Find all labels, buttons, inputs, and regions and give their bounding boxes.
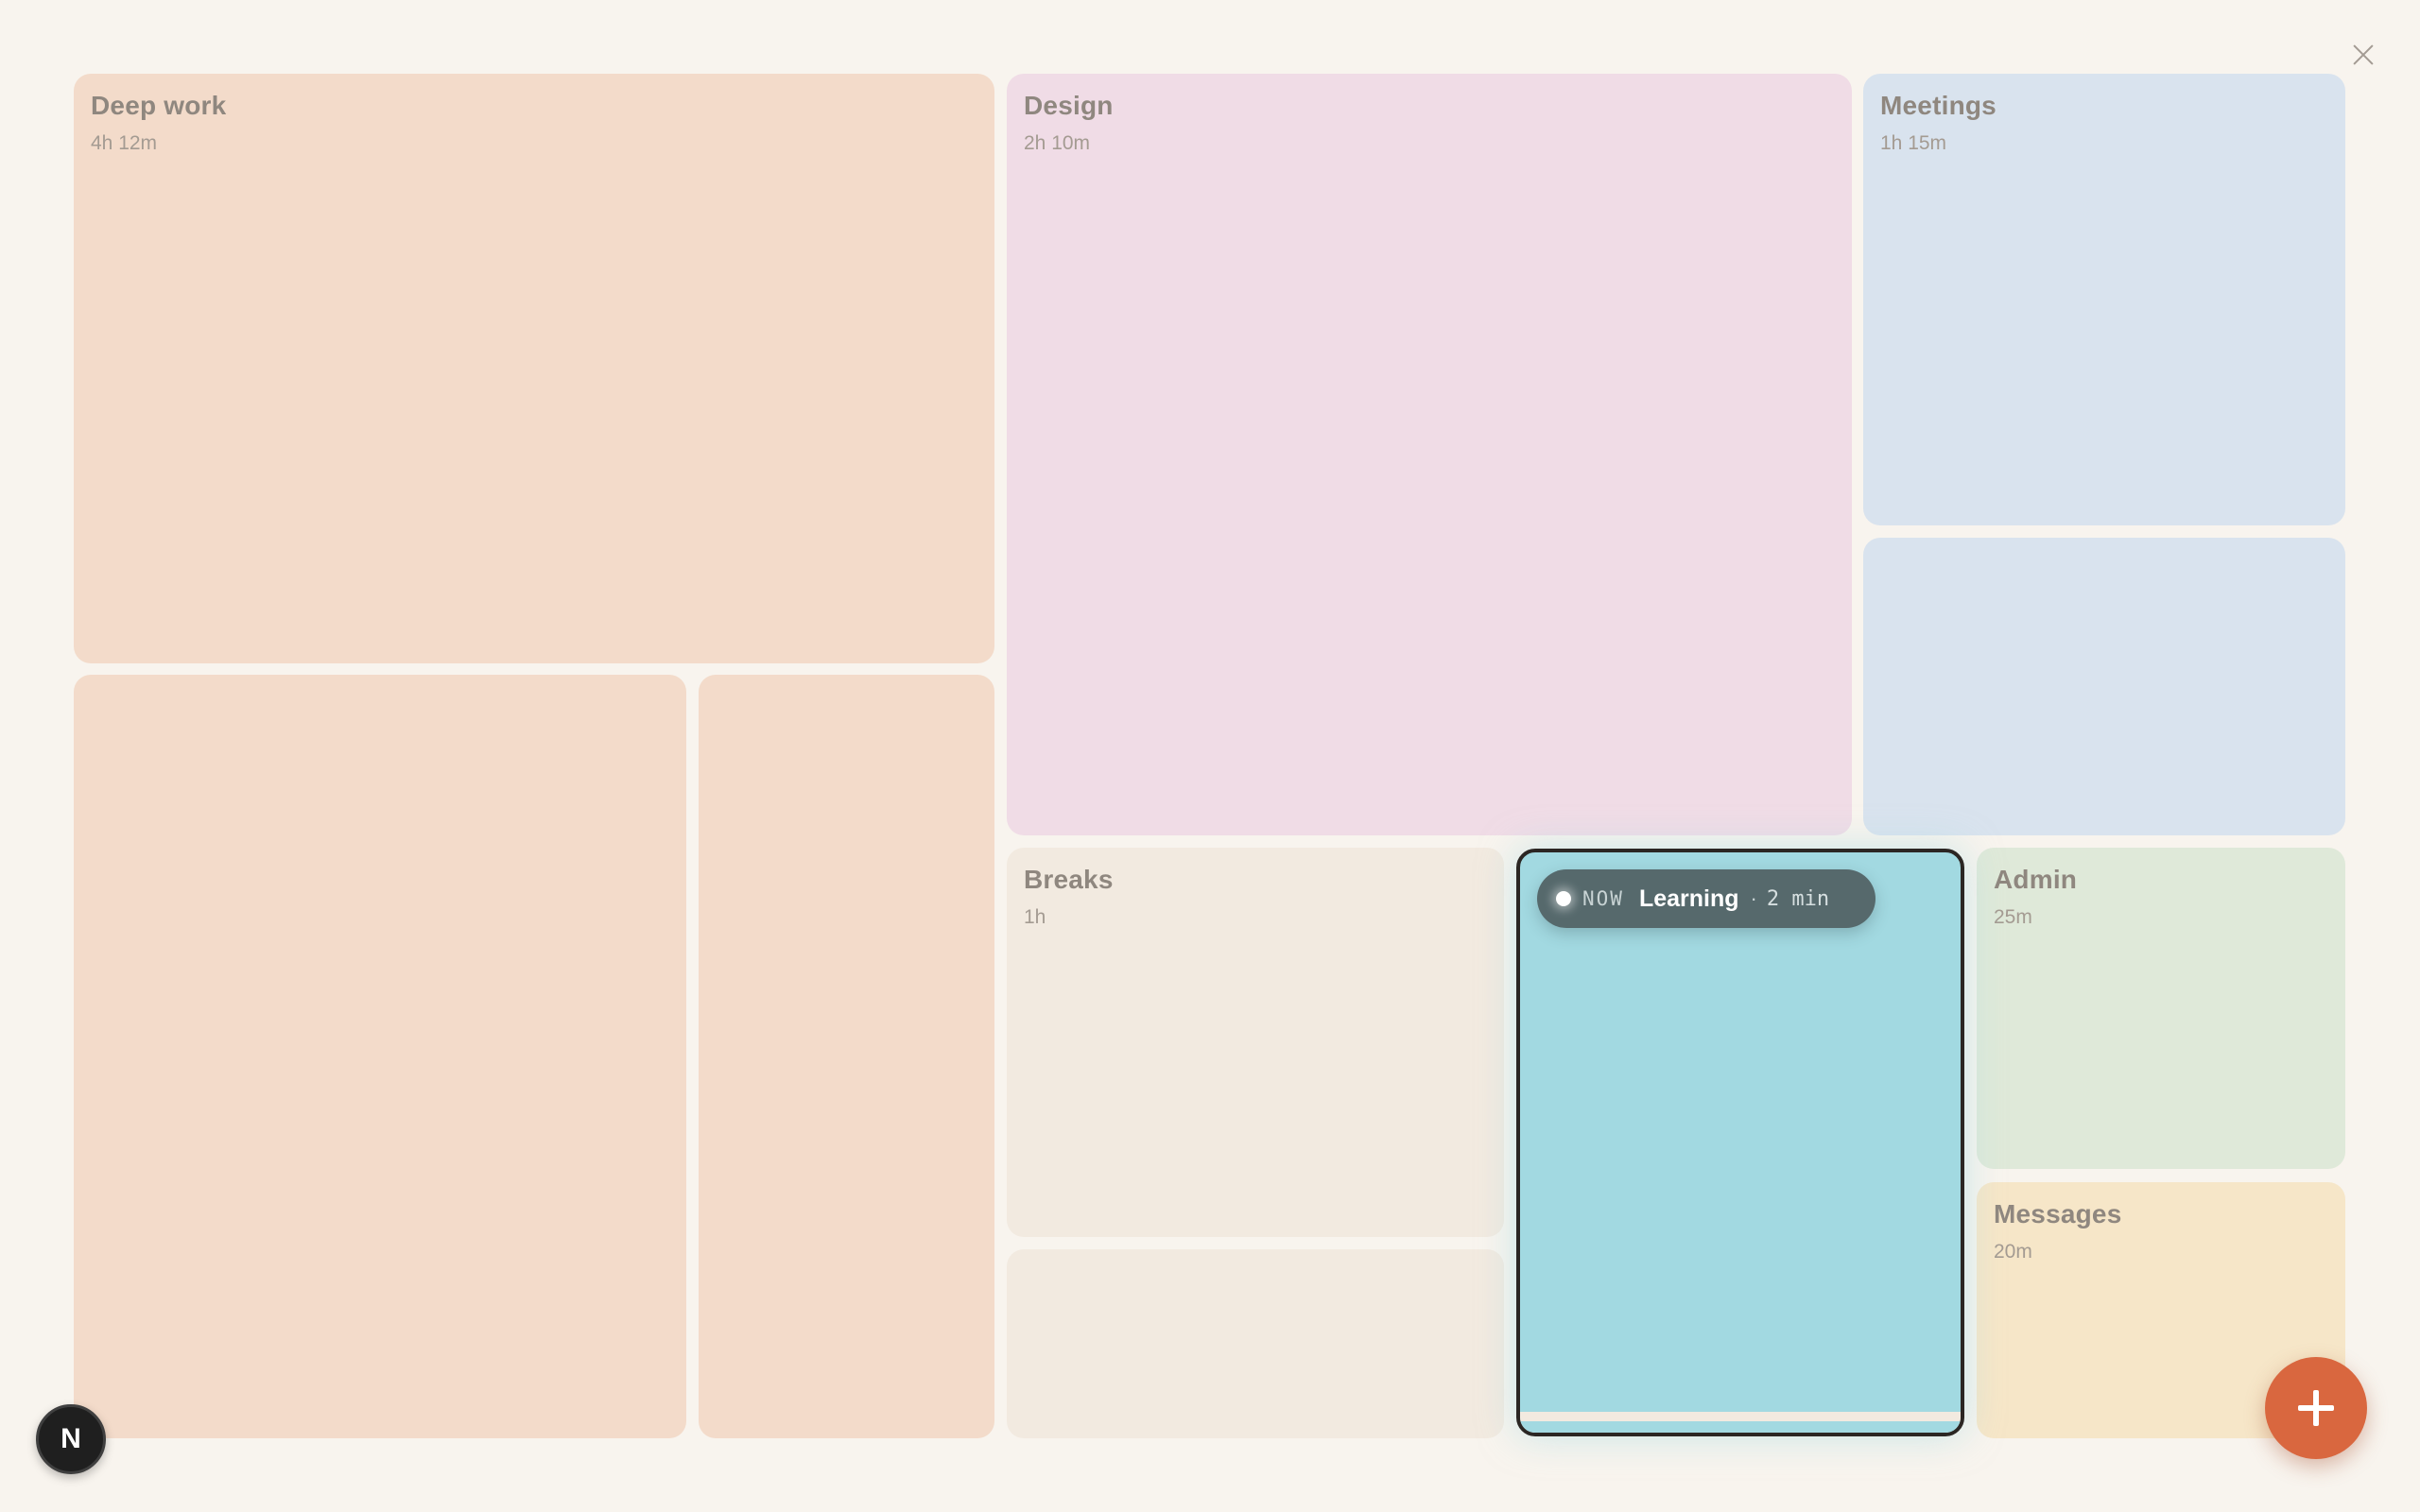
- tile-meetings[interactable]: Meetings 1h 15m: [1863, 74, 2345, 525]
- add-button[interactable]: [2265, 1357, 2367, 1459]
- tile-label: Messages: [1994, 1199, 2122, 1228]
- tile-deep-work-block[interactable]: [74, 675, 686, 1438]
- tile-duration: 1h 15m: [1880, 132, 1947, 154]
- tile-breaks[interactable]: Breaks 1h: [1007, 848, 1504, 1237]
- now-separator: ·: [1750, 886, 1757, 910]
- tile-label: Design: [1024, 91, 1114, 120]
- tile-admin[interactable]: Admin 25m: [1977, 848, 2345, 1169]
- tile-design[interactable]: Design 2h 10m: [1007, 74, 1852, 835]
- tile-duration: 1h: [1024, 906, 1046, 928]
- close-icon[interactable]: [2348, 40, 2378, 70]
- tile-label: Breaks: [1024, 865, 1114, 894]
- tile-duration: 4h 12m: [91, 132, 158, 154]
- tile-label: Deep work: [91, 91, 227, 120]
- tile-deep-work[interactable]: Deep work 4h 12m: [74, 74, 994, 663]
- now-activity-title: Learning: [1638, 885, 1739, 912]
- live-dot-icon: [1556, 891, 1571, 906]
- now-tag: NOW: [1582, 887, 1624, 910]
- tile-meetings-block[interactable]: [1863, 538, 2345, 835]
- tile-deep-work-block[interactable]: [699, 675, 994, 1438]
- avatar-initial: N: [60, 1423, 81, 1454]
- avatar[interactable]: N: [36, 1404, 106, 1474]
- tile-duration: 20m: [1994, 1241, 2032, 1263]
- tile-label: Admin: [1994, 865, 2078, 894]
- tile-learning-active[interactable]: [1516, 849, 1964, 1436]
- tile-duration: 25m: [1994, 906, 2032, 928]
- tile-breaks-block[interactable]: [1007, 1249, 1504, 1438]
- tile-duration: 2h 10m: [1024, 132, 1091, 154]
- now-playing-pill[interactable]: NOW Learning · 2 min: [1537, 869, 1876, 928]
- plus-icon: [2298, 1390, 2334, 1426]
- tile-label: Meetings: [1880, 91, 1996, 120]
- progress-bar: [1520, 1421, 1961, 1433]
- treemap-canvas: Deep work 4h 12m Design 2h 10m Meetings …: [0, 0, 2420, 1512]
- now-elapsed-time: 2 min: [1766, 886, 1830, 911]
